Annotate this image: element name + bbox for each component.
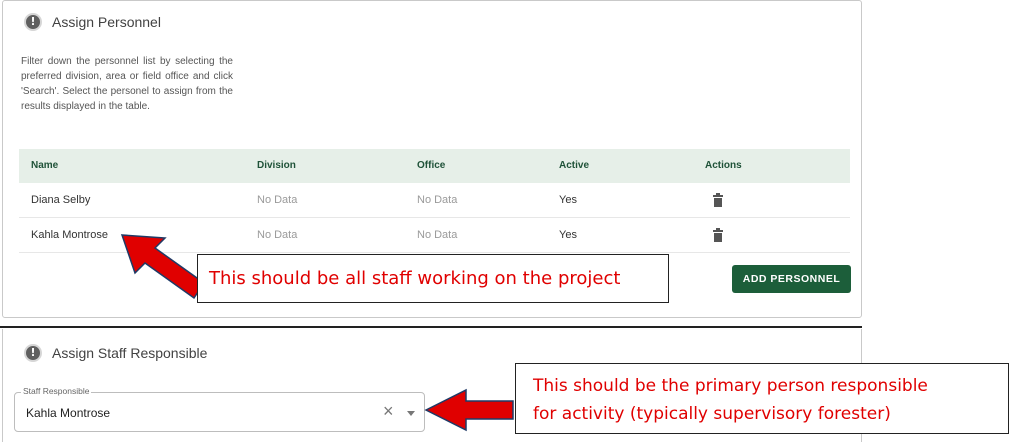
- annotation-callout: This should be all staff working on the …: [197, 254, 669, 303]
- cell-active: Yes: [559, 229, 577, 241]
- cell-office: No Data: [417, 229, 458, 241]
- section-title: Assign Staff Responsible: [52, 345, 208, 361]
- column-header-name: Name: [31, 160, 59, 171]
- cell-division: No Data: [257, 194, 298, 206]
- cell-division: No Data: [257, 229, 298, 241]
- annotation-callout: This should be the primary person respon…: [515, 363, 1009, 434]
- cell-active: Yes: [559, 194, 577, 206]
- trash-icon[interactable]: [713, 228, 723, 242]
- caret-down-icon[interactable]: [407, 411, 415, 416]
- alert-icon: !: [24, 344, 42, 362]
- close-icon[interactable]: ×: [383, 401, 394, 422]
- table-header: Name Division Office Active Actions: [19, 149, 850, 183]
- column-header-division: Division: [257, 160, 296, 171]
- section-description: Filter down the personnel list by select…: [21, 56, 233, 112]
- section-divider: [0, 326, 862, 328]
- staff-responsible-select[interactable]: Staff Responsible Kahla Montrose ×: [14, 386, 425, 432]
- cell-name: Diana Selby: [31, 194, 91, 206]
- cell-name: Kahla Montrose: [31, 229, 109, 241]
- table-row[interactable]: Kahla Montrose No Data No Data Yes: [19, 218, 850, 253]
- annotation-line: This should be the primary person respon…: [533, 376, 928, 396]
- alert-icon: !: [24, 13, 42, 31]
- column-header-actions: Actions: [705, 160, 742, 171]
- field-value: Kahla Montrose: [26, 406, 111, 420]
- field-label: Staff Responsible: [21, 386, 92, 396]
- trash-icon[interactable]: [713, 193, 723, 207]
- add-personnel-button[interactable]: ADD PERSONNEL: [732, 265, 851, 293]
- column-header-office: Office: [417, 160, 446, 171]
- annotation-line: for activity (typically supervisory fore…: [533, 404, 891, 424]
- table-row[interactable]: Diana Selby No Data No Data Yes: [19, 183, 850, 218]
- cell-office: No Data: [417, 194, 458, 206]
- section-title: Assign Personnel: [52, 14, 161, 30]
- column-header-active: Active: [559, 160, 590, 171]
